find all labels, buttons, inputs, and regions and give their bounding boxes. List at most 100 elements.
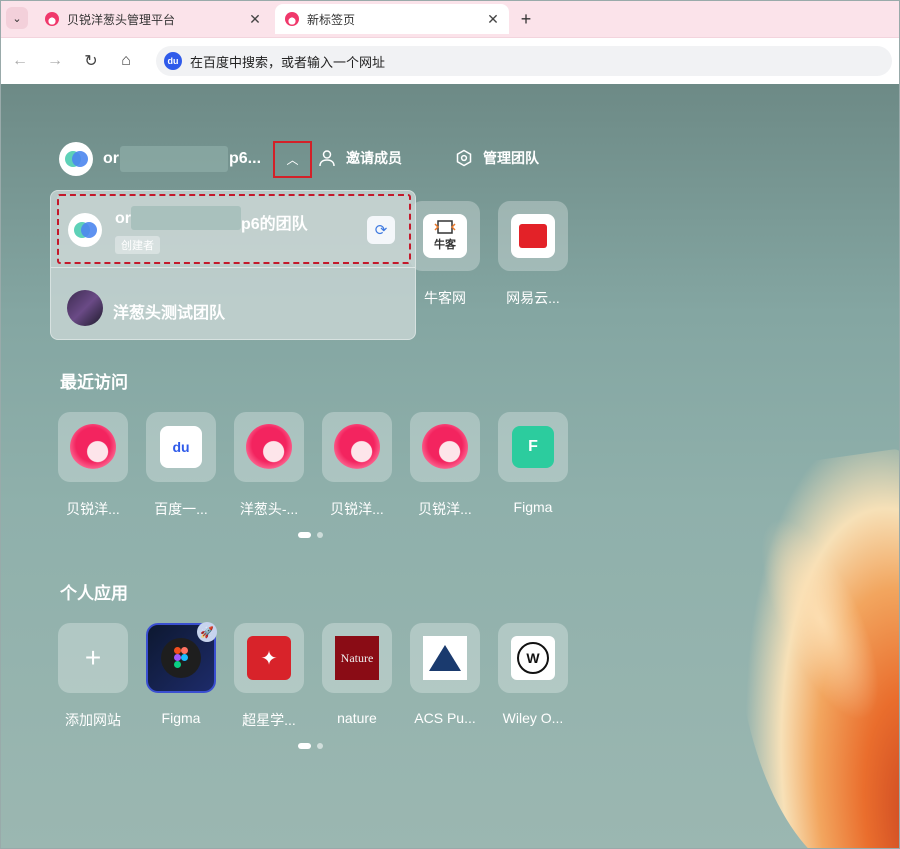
recent-section-title: 最近访问	[60, 373, 128, 392]
chaoxing-icon: ✦	[247, 636, 291, 680]
recent-item-label: 贝锐洋...	[418, 501, 472, 517]
team-name[interactable]: or	[103, 150, 119, 168]
team-switcher-dropdown: or p6的团队 创建者 ⟳ 洋葱头测试团队	[50, 190, 416, 340]
manage-team-button[interactable]: 管理团队	[455, 148, 539, 168]
team-avatar	[67, 290, 103, 326]
recent-item[interactable]	[410, 412, 480, 482]
team-avatar[interactable]	[59, 142, 93, 176]
back-button[interactable]: ←	[8, 49, 32, 73]
team-dropdown-toggle[interactable]: ︿	[273, 141, 312, 178]
pager-dot[interactable]	[317, 743, 323, 749]
close-icon[interactable]: ✕	[483, 9, 503, 29]
user-icon	[318, 149, 336, 167]
team-option-name-suffix: p6的团队	[241, 216, 308, 233]
app-acs[interactable]	[410, 623, 480, 693]
app-label: ACS Pu...	[414, 710, 476, 726]
team-option-name: 洋葱头测试团队	[113, 305, 226, 322]
team-name-suffix[interactable]: p6...	[229, 150, 261, 168]
app-label: 添加网站	[65, 712, 121, 728]
recent-item[interactable]	[322, 412, 392, 482]
app-wiley[interactable]: W	[498, 623, 568, 693]
pager-dot[interactable]	[317, 532, 323, 538]
arrow-left-icon: ←	[12, 52, 28, 69]
recent-item-label: 贝锐洋...	[330, 501, 384, 517]
add-site-button[interactable]: +	[58, 623, 128, 693]
nowcoder-icon-text: 牛客	[434, 239, 456, 251]
reload-button[interactable]: ↻	[79, 49, 103, 73]
tab-label: 贝锐洋葱头管理平台	[67, 12, 176, 27]
pager-dot-active[interactable]	[298, 532, 311, 538]
nowcoder-icon: 牛客	[423, 214, 467, 258]
reload-icon: ↻	[84, 53, 98, 70]
pager-dot-active[interactable]	[298, 743, 311, 749]
acs-icon	[423, 636, 467, 680]
tab-strip: ⌄ 贝锐洋葱头管理平台 ✕ 新标签页 ✕ +	[0, 0, 900, 38]
redacted-name-block	[120, 146, 228, 172]
redacted-name-block	[131, 206, 241, 230]
netease-icon	[511, 214, 555, 258]
settings-hexagon-icon	[455, 149, 473, 167]
tab-search-menu[interactable]: ⌄	[6, 7, 28, 29]
app-chaoxing[interactable]: ✦	[234, 623, 304, 693]
personal-section-title: 个人应用	[60, 584, 128, 603]
address-placeholder: 在百度中搜索，或者输入一个网址	[190, 54, 386, 70]
chevron-up-icon: ︿	[286, 153, 299, 167]
baidu-icon: du	[164, 52, 182, 70]
recent-pager[interactable]	[298, 532, 323, 538]
nature-icon: Nature	[335, 636, 379, 680]
beirui-icon	[334, 424, 380, 470]
figma-app-icon: 🚀	[146, 622, 217, 693]
wiley-icon: W	[511, 636, 555, 680]
switch-team-button[interactable]: ⟳	[367, 216, 395, 244]
recent-item[interactable]: F	[498, 412, 568, 482]
beirui-icon	[70, 424, 116, 470]
shortcut-nowcoder[interactable]: 牛客	[410, 201, 480, 271]
chevron-down-icon: ⌄	[12, 12, 22, 25]
recent-item-label: Figma	[513, 499, 553, 515]
refresh-icon: ⟳	[374, 222, 388, 239]
tab-beirui[interactable]: 贝锐洋葱头管理平台 ✕	[35, 4, 271, 34]
close-icon[interactable]: ✕	[245, 9, 265, 29]
app-label: Wiley O...	[502, 710, 564, 726]
recent-item[interactable]	[58, 412, 128, 482]
app-figma[interactable]: 🚀	[146, 622, 217, 693]
baidu-icon: du	[160, 426, 202, 468]
figma-icon: F	[512, 426, 554, 468]
arrow-right-icon: →	[47, 52, 63, 69]
app-label: 超星学...	[242, 712, 296, 728]
app-label: Figma	[161, 710, 201, 726]
team-option-name: or	[115, 210, 131, 227]
home-button[interactable]: ⌂	[114, 49, 138, 73]
plus-icon: +	[84, 642, 102, 673]
team-option-current[interactable]: or p6的团队 创建者 ⟳	[57, 194, 411, 264]
browser-toolbar: ← → ↻ ⌂ du 在百度中搜索，或者输入一个网址	[0, 38, 900, 84]
personal-pager[interactable]	[298, 743, 323, 749]
forward-button[interactable]: →	[43, 49, 67, 73]
beirui-favicon-icon	[45, 12, 59, 26]
home-icon: ⌂	[121, 52, 131, 69]
new-tab-button[interactable]: +	[515, 8, 537, 30]
tab-new-tab[interactable]: 新标签页 ✕	[275, 4, 509, 34]
role-badge: 创建者	[115, 236, 160, 254]
shortcut-label: 网易云...	[506, 290, 560, 306]
address-bar[interactable]: du 在百度中搜索，或者输入一个网址	[156, 46, 892, 76]
new-tab-page: or p6... ︿ 邀请成员 管理团队 牛客 牛客网 网易云... or p6…	[0, 84, 900, 849]
shortcut-netease[interactable]	[498, 201, 568, 271]
beirui-icon	[246, 424, 292, 470]
invite-members-label: 邀请成员	[346, 150, 402, 166]
team-avatar	[68, 213, 102, 247]
wiley-icon-text: W	[517, 642, 549, 674]
plus-icon: +	[520, 8, 532, 29]
recent-item-label: 洋葱头-...	[239, 501, 299, 517]
recent-item[interactable]	[234, 412, 304, 482]
tab-label: 新标签页	[307, 12, 356, 27]
app-nature[interactable]: Nature	[322, 623, 392, 693]
manage-team-label: 管理团队	[483, 150, 539, 166]
recent-item-label: 贝锐洋...	[66, 501, 120, 517]
team-option-test[interactable]: 洋葱头测试团队	[51, 267, 415, 339]
beirui-favicon-icon	[285, 12, 299, 26]
beirui-icon	[422, 424, 468, 470]
recent-item[interactable]: du	[146, 412, 216, 482]
rocket-icon: 🚀	[197, 622, 217, 642]
invite-members-button[interactable]: 邀请成员	[318, 148, 402, 168]
